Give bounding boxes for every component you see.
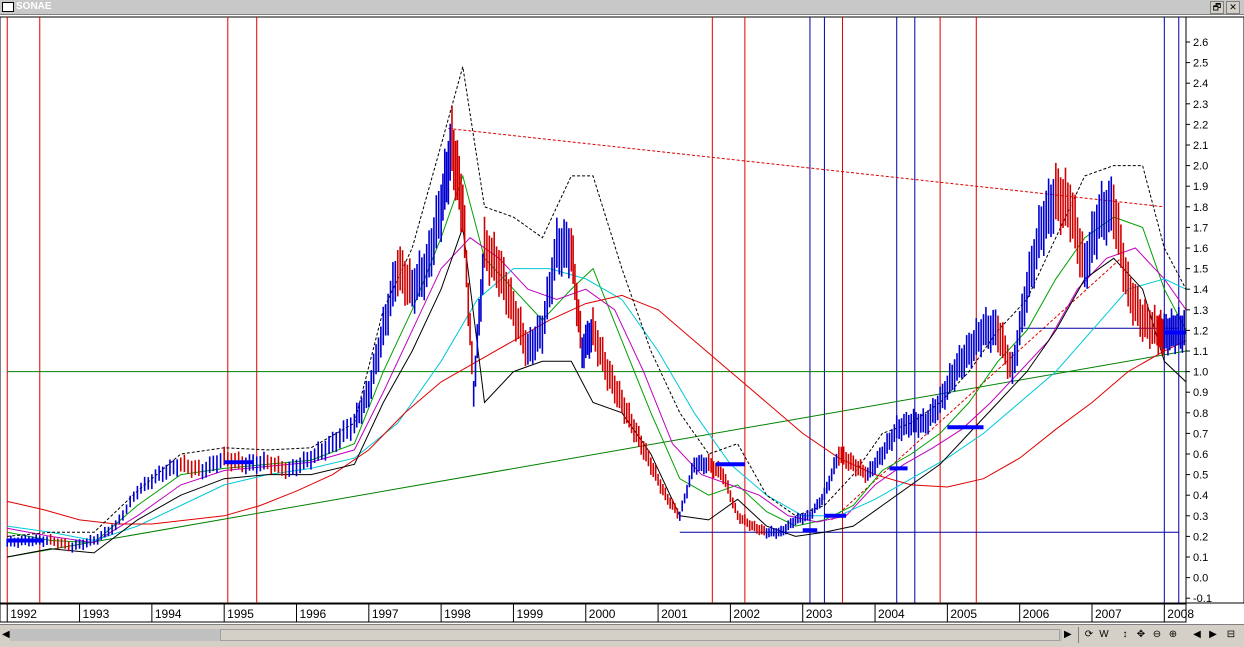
- y-tick-label: 0.9: [1193, 387, 1208, 399]
- y-tick-label: 2.3: [1193, 99, 1208, 111]
- x-tick-label: 1992: [10, 607, 37, 621]
- x-tick-label: 2000: [589, 607, 616, 621]
- y-tick-label: -0.1: [1193, 593, 1212, 605]
- x-tick-label: 1999: [516, 607, 543, 621]
- title-bar: SONAE 🗗 ✕: [0, 0, 1244, 15]
- y-tick-label: 0.0: [1193, 573, 1208, 585]
- x-tick-label: 2002: [733, 607, 760, 621]
- y-tick-label: 1.5: [1193, 264, 1208, 276]
- pan-icon[interactable]: ✥: [1134, 628, 1148, 642]
- x-tick-label: 1995: [227, 607, 254, 621]
- x-tick-label: 1997: [372, 607, 399, 621]
- x-tick-label: 1994: [155, 607, 182, 621]
- x-tick-label: 1996: [300, 607, 327, 621]
- y-tick-label: 1.6: [1193, 243, 1208, 255]
- window-title: SONAE: [16, 1, 52, 12]
- y-tick-label: 1.1: [1193, 346, 1208, 358]
- x-tick-label: 2005: [950, 607, 977, 621]
- next-icon[interactable]: ▶: [1206, 628, 1220, 642]
- toolbar-divider: [1078, 627, 1079, 643]
- x-tick-label: 2004: [878, 607, 905, 621]
- y-tick-label: 2.2: [1193, 119, 1208, 131]
- x-tick-label: 2006: [1023, 607, 1050, 621]
- vertical-zoom-icon[interactable]: ↕: [1118, 628, 1132, 642]
- weekly-button[interactable]: W: [1097, 628, 1111, 642]
- y-tick-label: 1.0: [1193, 367, 1208, 379]
- y-tick-label: 0.1: [1193, 552, 1208, 564]
- x-tick-label: 2007: [1095, 607, 1122, 621]
- panel-icon[interactable]: ⊟: [1224, 628, 1238, 642]
- y-tick-label: 0.4: [1193, 490, 1208, 502]
- zoom-out-icon[interactable]: ⊖: [1150, 628, 1164, 642]
- y-tick-label: 1.9: [1193, 181, 1208, 193]
- x-tick-label: 1993: [83, 607, 110, 621]
- y-tick-label: 1.8: [1193, 202, 1208, 214]
- scroll-right-arrow[interactable]: ▶: [1064, 629, 1072, 641]
- price-chart[interactable]: 2.6 2.5 2.4 2.3 2.2 2.1 2.0 1.9 1.8 1.7 1.6 1.5 1.4 1…: [0, 15, 1244, 623]
- scroll-left-arrow[interactable]: ◀: [2, 629, 10, 641]
- y-tick-label: 1.7: [1193, 222, 1208, 234]
- y-tick-label: 2.1: [1193, 140, 1208, 152]
- chart-toolbar: ◀ ▶ ⟳ W ↕ ✥ ⊖ ⊕ ◀ ▶ ⊟: [0, 624, 1244, 647]
- y-tick-label: 0.2: [1193, 531, 1208, 543]
- y-tick-label: 0.6: [1193, 449, 1208, 461]
- window-icon[interactable]: [2, 2, 14, 12]
- y-tick-label: 1.3: [1193, 305, 1208, 317]
- x-tick-label: 1998: [444, 607, 471, 621]
- previous-icon[interactable]: ◀: [1190, 628, 1204, 642]
- x-tick-label: 2001: [661, 607, 688, 621]
- x-tick-label: 2008: [1167, 607, 1194, 621]
- zoom-in-icon[interactable]: ⊕: [1166, 628, 1180, 642]
- y-tick-label: 1.4: [1193, 284, 1208, 296]
- y-tick-label: 0.8: [1193, 408, 1208, 420]
- refresh-icon[interactable]: ⟳: [1082, 628, 1096, 642]
- y-tick-label: 0.3: [1193, 511, 1208, 523]
- y-tick-label: 2.4: [1193, 78, 1208, 90]
- restore-button[interactable]: 🗗: [1210, 1, 1224, 14]
- x-tick-label: 2003: [806, 607, 833, 621]
- y-tick-label: 1.2: [1193, 325, 1208, 337]
- y-tick-label: 0.5: [1193, 470, 1208, 482]
- scroll-thumb[interactable]: [220, 629, 1060, 641]
- y-tick-label: 2.0: [1193, 161, 1208, 173]
- y-tick-label: 2.5: [1193, 58, 1208, 70]
- close-button[interactable]: ✕: [1226, 1, 1240, 14]
- y-tick-label: 2.6: [1193, 37, 1208, 49]
- y-tick-label: 0.7: [1193, 428, 1208, 440]
